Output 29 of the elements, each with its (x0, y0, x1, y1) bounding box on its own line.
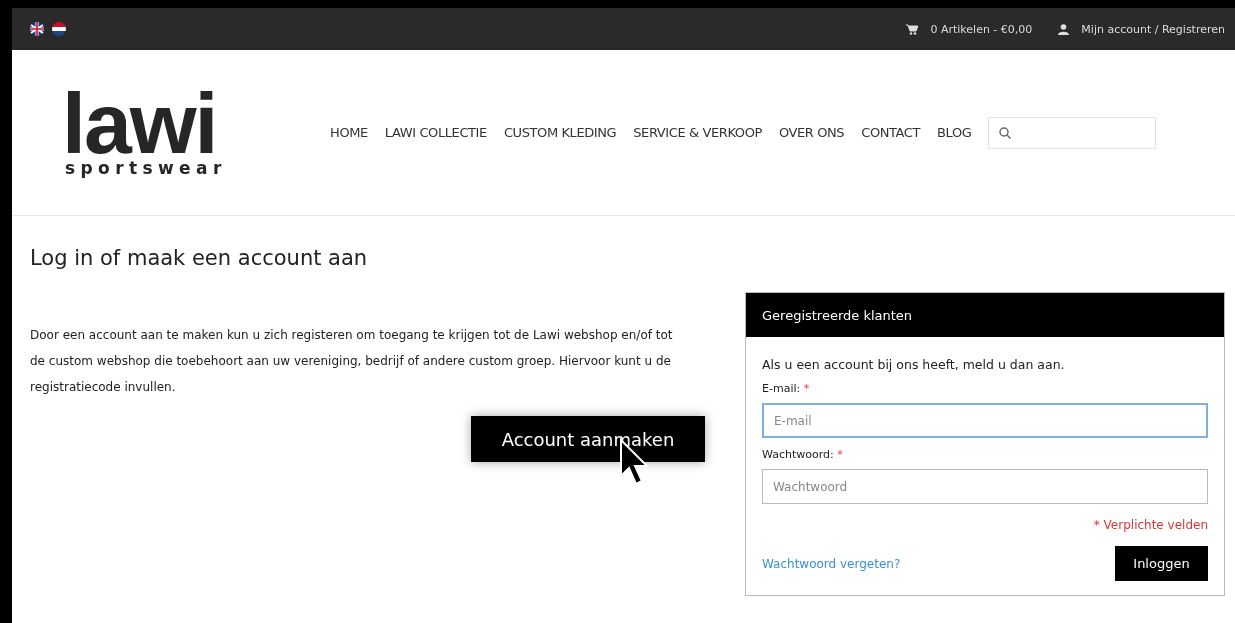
login-instructions: Als u een account bij ons heeft, meld u dan aan. (762, 357, 1066, 372)
account-link[interactable]: Mijn account / Registreren (1058, 22, 1225, 36)
cart-link[interactable]: 0 Artikelen - €0,00 (906, 22, 1033, 36)
page-title: Log in of maak een account aan (30, 246, 369, 270)
create-account-button[interactable]: Account aanmaken (471, 416, 705, 462)
nav-link[interactable]: BLOG (937, 125, 972, 140)
search-field[interactable] (987, 116, 1156, 149)
user-icon (1058, 23, 1070, 35)
forgot-password-link[interactable]: Wachtwoord vergeten? (762, 556, 901, 571)
login-button[interactable]: Inloggen (1115, 546, 1208, 581)
logo-tagline: sportswear (65, 157, 227, 178)
nav-link[interactable]: HOME (330, 125, 368, 140)
panel-title: Geregistreerde klanten (746, 293, 1224, 337)
required-note: * Verplichte velden (1093, 518, 1208, 532)
nav-link[interactable]: OVER ONS (778, 125, 845, 140)
nav-link[interactable]: CUSTOM KLEDING (503, 125, 617, 140)
nav-link[interactable]: SERVICE & VERKOOP (633, 125, 762, 140)
uk-flag-icon[interactable] (30, 22, 44, 36)
input-field[interactable]: E-mail (762, 403, 1208, 438)
intro-text: Door een account aan te maken kun u zich registeren om toegang te krijgen tot de Lawi webshop en/of tot de custom webshop die toebehoort aan uw vereniging, bedrijf of andere custom groep. Hiervoor kunt u de registratiecode invullen. (30, 327, 674, 396)
search-icon (998, 126, 1011, 139)
dutch-flag-icon[interactable] (52, 22, 66, 36)
input-field[interactable]: Wachtwoord (762, 469, 1208, 504)
field-label: Wachtwoord: * (762, 448, 844, 461)
nav-link[interactable]: LAWI COLLECTIE (384, 125, 487, 140)
logo-wordmark[interactable]: lawi (62, 87, 217, 158)
field-label: E-mail: * (762, 382, 811, 395)
nav-link[interactable]: CONTACT (861, 125, 921, 140)
cart-icon (906, 23, 919, 35)
